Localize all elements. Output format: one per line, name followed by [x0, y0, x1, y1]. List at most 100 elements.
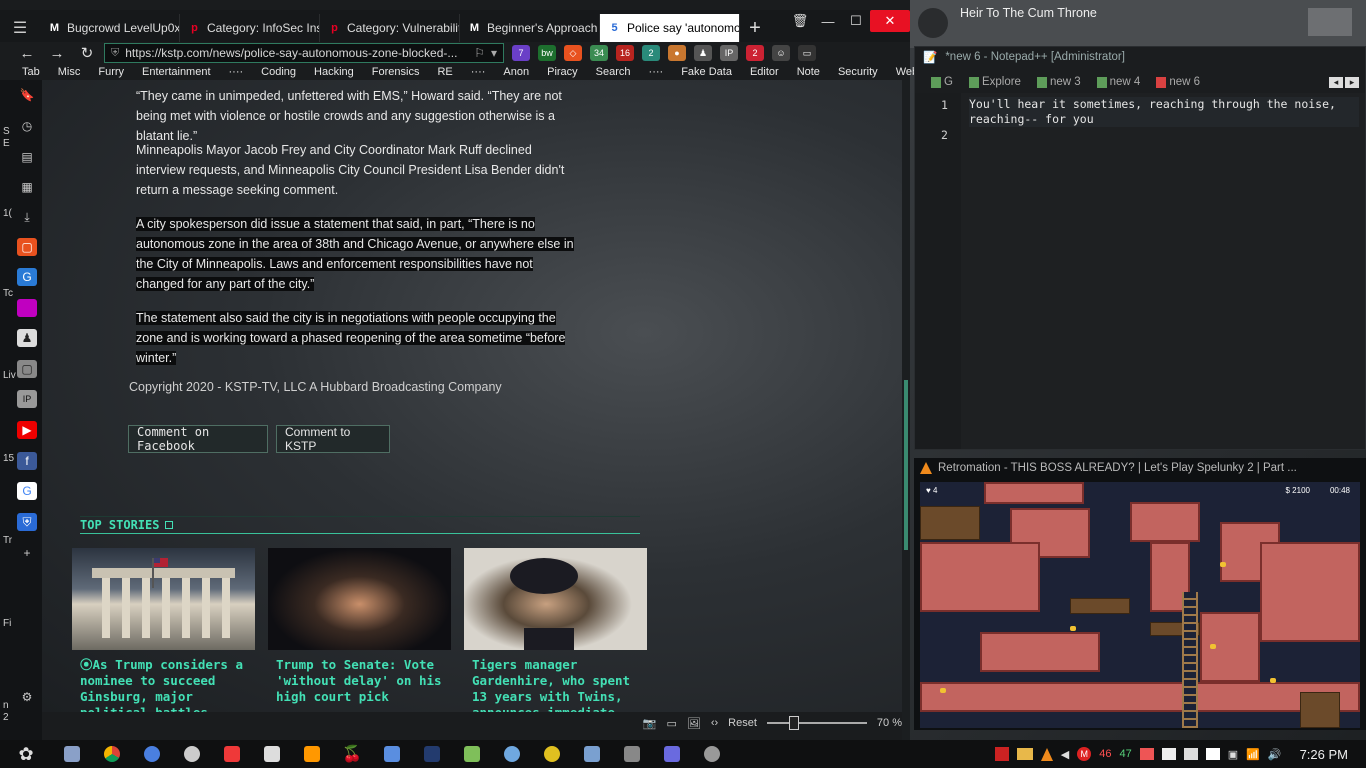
- zoom-slider-knob[interactable]: [789, 716, 800, 730]
- dropdown-arrow-icon[interactable]: ▾: [491, 46, 497, 60]
- zoom-reset-button[interactable]: Reset: [728, 717, 757, 729]
- extension-icon[interactable]: 16: [616, 45, 634, 61]
- zoom-slider[interactable]: [766, 716, 867, 730]
- notepad-editor[interactable]: 1 2 You'll hear it sometimes, reaching t…: [915, 93, 1365, 449]
- clock[interactable]: 7:26 PM: [1300, 747, 1348, 762]
- taskbar-app-icon[interactable]: [572, 740, 612, 768]
- taskbar-app-icon[interactable]: [252, 740, 292, 768]
- forward-arrow-icon[interactable]: →: [44, 43, 70, 63]
- file-tab[interactable]: Explore: [963, 72, 1027, 92]
- bookmark-item[interactable]: Note: [788, 66, 829, 78]
- taskbar-app-icon[interactable]: [612, 740, 652, 768]
- story-title[interactable]: Trump to Senate: Vote 'without delay' on…: [276, 657, 452, 705]
- bookmark-item[interactable]: Tab: [0, 66, 49, 78]
- bookmark-item[interactable]: Entertainment: [133, 66, 219, 78]
- tab-infosec[interactable]: p Category: InfoSec Insid: [180, 14, 320, 42]
- terminal-icon[interactable]: [412, 740, 452, 768]
- cookie-icon[interactable]: ●: [668, 45, 686, 61]
- tray-app-icon[interactable]: [994, 747, 1009, 761]
- tab-menu-icon[interactable]: ☰: [0, 14, 40, 42]
- tab-scroll-left-icon[interactable]: ◂: [1329, 76, 1343, 88]
- ip-icon[interactable]: IP: [17, 390, 37, 408]
- bookmark-icon[interactable]: ⚐: [474, 46, 485, 60]
- web-panel-icon[interactable]: ▢: [17, 360, 37, 378]
- editor-line[interactable]: You'll hear it sometimes, reaching throu…: [969, 97, 1359, 127]
- tab-scroll-right-icon[interactable]: ▸: [1345, 76, 1359, 88]
- taskbar-app-icon[interactable]: [692, 740, 732, 768]
- google-icon[interactable]: G: [17, 482, 37, 500]
- youtube-icon[interactable]: ▶: [17, 421, 37, 439]
- tray-app-icon[interactable]: [1183, 748, 1198, 760]
- taskbar-app-icon[interactable]: [52, 740, 92, 768]
- extension-icon[interactable]: ◇: [564, 45, 582, 61]
- tile-icon[interactable]: ▭: [666, 717, 676, 730]
- bookmark-item[interactable]: RE: [428, 66, 461, 78]
- scrollbar-thumb[interactable]: [904, 380, 908, 550]
- bookmark-item[interactable]: Hacking: [305, 66, 363, 78]
- file-tab-active[interactable]: new 6: [1150, 72, 1206, 92]
- tab-bugcrowd[interactable]: M Bugcrowd LevelUp0x07: [40, 14, 180, 42]
- bookmark-item[interactable]: Search: [587, 66, 640, 78]
- notes-icon[interactable]: ▦: [17, 178, 37, 196]
- menu-icon[interactable]: ▭: [798, 45, 816, 61]
- taskbar-app-icon[interactable]: [132, 740, 172, 768]
- story-title[interactable]: Tigers manager Gardenhire, who spent 13 …: [472, 657, 648, 712]
- extension-icon[interactable]: 2: [746, 45, 764, 61]
- history-icon[interactable]: ◷: [17, 117, 37, 135]
- web-panel-icon[interactable]: ▢: [17, 238, 37, 256]
- bookmark-item[interactable]: Coding: [252, 66, 305, 78]
- tab-beginners-approach[interactable]: M Beginner's Approach t: [460, 14, 600, 42]
- minimize-button[interactable]: —: [814, 10, 842, 32]
- gear-icon[interactable]: ⚙: [17, 688, 37, 706]
- bookmark-item[interactable]: Piracy: [538, 66, 587, 78]
- shield-icon[interactable]: ⛨: [17, 513, 37, 531]
- file-tab[interactable]: new 4: [1091, 72, 1147, 92]
- new-tab-button[interactable]: +: [740, 14, 770, 42]
- bookmark-item[interactable]: Furry: [89, 66, 133, 78]
- bookmark-panel-icon[interactable]: 🔖: [17, 86, 37, 104]
- sublime-text-icon[interactable]: [292, 740, 332, 768]
- taskbar-app-icon[interactable]: [492, 740, 532, 768]
- reading-list-icon[interactable]: ▤: [17, 148, 37, 166]
- bookmark-item[interactable]: Security: [829, 66, 887, 78]
- comment-facebook-button[interactable]: Comment on Facebook: [128, 425, 268, 453]
- bookmark-item[interactable]: Fake Data: [672, 66, 741, 78]
- chrome-icon[interactable]: [92, 740, 132, 768]
- close-button[interactable]: ✕: [870, 10, 910, 32]
- address-bar[interactable]: ⛨ https://kstp.com/news/police-say-auton…: [104, 43, 504, 63]
- folder-icon[interactable]: [1016, 748, 1033, 760]
- reload-icon[interactable]: ↻: [74, 43, 100, 63]
- tab-vulnerabilities[interactable]: p Category: Vulnerabiliti: [320, 14, 460, 42]
- page-scrollbar[interactable]: [902, 80, 910, 740]
- web-panel-icon[interactable]: ♟: [17, 329, 37, 347]
- story-title[interactable]: ⦿As Trump considers a nominee to succeed…: [80, 657, 256, 712]
- vlc-cone-icon[interactable]: [1040, 747, 1053, 761]
- maximize-button[interactable]: ☐: [842, 10, 870, 32]
- file-tab[interactable]: new 3: [1031, 72, 1087, 92]
- tray-expand-icon[interactable]: ◀: [1061, 748, 1069, 761]
- camera-icon[interactable]: 📷: [643, 717, 657, 730]
- volume-icon[interactable]: 🔊: [1268, 748, 1282, 761]
- extension-icon[interactable]: 7: [512, 45, 530, 61]
- bookmark-item[interactable]: Forensics: [363, 66, 429, 78]
- gmail-icon[interactable]: M: [1077, 747, 1092, 761]
- story-image-trump[interactable]: [268, 548, 451, 650]
- notepad-plus-plus-icon[interactable]: [452, 740, 492, 768]
- tab-police-say[interactable]: 5 Police say 'autonomou: [600, 14, 740, 42]
- back-arrow-icon[interactable]: ←: [14, 43, 40, 63]
- taskbar-app-icon[interactable]: [372, 740, 412, 768]
- story-image-gardenhire[interactable]: [464, 548, 647, 650]
- clipboard-icon[interactable]: ▣: [1228, 748, 1238, 761]
- bookmark-item[interactable]: Misc: [49, 66, 90, 78]
- translate-icon[interactable]: G: [17, 268, 37, 286]
- extension-icon[interactable]: 34: [590, 45, 608, 61]
- extension-icon[interactable]: 2: [642, 45, 660, 61]
- code-icon[interactable]: ‹›: [711, 717, 718, 729]
- taskbar-app-icon[interactable]: [532, 740, 572, 768]
- taskbar-app-icon[interactable]: [652, 740, 692, 768]
- web-panel-icon[interactable]: [17, 299, 37, 317]
- network-icon[interactable]: 📶: [1246, 748, 1260, 761]
- taskbar-app-icon[interactable]: [172, 740, 212, 768]
- add-panel-icon[interactable]: +: [17, 544, 37, 562]
- extension-icon[interactable]: bw: [538, 45, 556, 61]
